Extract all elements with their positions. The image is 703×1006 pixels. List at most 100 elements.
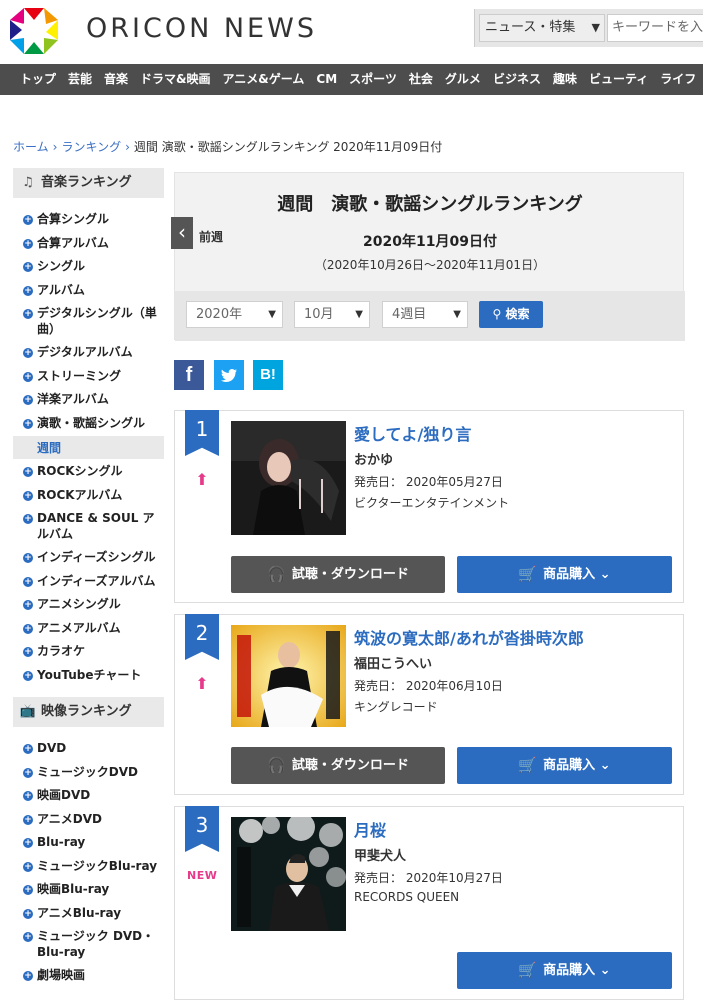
artist-name[interactable]: 甲斐犬人 [354,845,406,864]
buy-button[interactable]: 🛒 商品購入 ⌄ [457,747,672,784]
sidebar-item-western-album[interactable]: + 洋楽アルバム [13,388,164,412]
sidebar-item-label: アニメアルバム [37,620,121,635]
plus-icon: + [23,767,33,778]
album-jacket[interactable] [231,817,346,931]
sidebar-item-label: アニメBlu-ray [37,905,122,920]
nav-item-business[interactable]: ビジネス [487,64,547,95]
sidebar-item-indies-album[interactable]: + インディーズアルバム [13,570,164,594]
song-title-link[interactable]: 愛してよ/独り言 [354,421,471,445]
year-select[interactable]: 2020年 ▼ [186,301,283,328]
ranking-date: 2020年11月09日付 [363,234,497,250]
sidebar-item-single[interactable]: + シングル [13,255,164,279]
buy-button[interactable]: 🛒 商品購入 ⌄ [457,952,672,989]
sidebar-item-anime-album[interactable]: + アニメアルバム [13,617,164,641]
plus-icon: + [23,514,33,524]
buy-button-label: 商品購入 [543,758,596,773]
buy-button[interactable]: 🛒 商品購入 ⌄ [457,556,672,593]
chevron-down-icon: ⌄ [599,758,611,773]
sidebar-item-karaoke[interactable]: + カラオケ [13,640,164,664]
sidebar-item-rock-album[interactable]: + ROCKアルバム [13,484,164,508]
listen-download-label: 試聴・ダウンロード [291,758,409,773]
sidebar-item-indies-single[interactable]: + インディーズシングル [13,546,164,570]
plus-icon: + [23,467,33,477]
nav-item-hobby[interactable]: 趣味 [547,64,583,95]
nav-item-entertainment[interactable]: 芸能 [62,64,98,95]
twitter-bird-icon [221,369,237,382]
sidebar-item-bluray[interactable]: + Blu-ray [13,831,164,855]
nav-item-life[interactable]: ライフ [654,64,702,95]
facebook-share-button[interactable]: f [174,360,204,390]
twitter-share-button[interactable] [214,360,244,390]
record-label: キングレコード [354,700,438,714]
nav-item-drama-movie[interactable]: ドラマ&映画 [134,64,216,95]
plus-icon: + [23,838,33,848]
rank-badge: 3 [185,806,219,852]
sidebar-item-label: デジタルシングル（単曲） [37,306,157,336]
nav-item-gourmet[interactable]: グルメ [439,64,487,95]
sidebar-item-anime-single[interactable]: + アニメシングル [13,593,164,617]
artist-name[interactable]: おかゆ [354,449,393,468]
search-button-label: 検索 [505,307,530,321]
chevron-right-icon: › [52,140,58,154]
release-date: 発売日： 2020年06月10日 [354,677,503,694]
song-title-link[interactable]: 月桜 [354,817,386,841]
nav-item-anime-game[interactable]: アニメ&ゲーム [217,64,311,95]
plus-icon: + [23,885,33,895]
buy-button-label: 商品購入 [543,963,596,978]
caret-down-icon: ▼ [453,309,461,320]
sidebar-item-digital-album[interactable]: + デジタルアルバム [13,341,164,365]
nav-item-cm[interactable]: CM [310,64,343,95]
breadcrumb-ranking[interactable]: ランキング [61,140,121,154]
sidebar-item-dvd[interactable]: + DVD [13,737,164,761]
sidebar-item-music-dvd[interactable]: + ミュージックDVD [13,761,164,785]
sidebar-item-anime-dvd[interactable]: + アニメDVD [13,808,164,832]
sidebar-item-enka-single[interactable]: + 演歌・歌謡シングル [13,412,164,436]
plus-icon: + [23,215,33,225]
rank-badge: 2 [185,614,219,660]
sidebar-item-weekly[interactable]: 週間 [13,436,164,459]
sidebar-item-music-bluray[interactable]: + ミュージックBlu-ray [13,855,164,879]
sidebar-item-combined-album[interactable]: + 合算アルバム [13,232,164,256]
search-category-select[interactable]: ニュース・特集 ▼ [479,14,605,42]
sidebar-item-anime-bluray[interactable]: + アニメBlu-ray [13,902,164,926]
sidebar-item-label: カラオケ [37,644,86,658]
nav-item-society[interactable]: 社会 [403,64,439,95]
album-jacket[interactable] [231,625,346,727]
sidebar-item-label: アニメシングル [37,597,121,611]
nav-item-music[interactable]: 音楽 [98,64,134,95]
nav-item-top[interactable]: トップ [0,64,62,95]
sidebar-item-label: ミュージックDVD [37,764,138,779]
hatena-bookmark-button[interactable]: B! [253,360,283,390]
sidebar-item-youtube-chart[interactable]: + YouTubeチャート [13,664,164,688]
sidebar-item-movie-bluray[interactable]: + 映画Blu-ray [13,878,164,902]
plus-icon: + [23,670,33,681]
artist-name[interactable]: 福田こうへい [354,653,432,672]
sidebar-item-label: インディーズシングル [37,550,156,564]
week-select[interactable]: 4週目 ▼ [382,301,468,328]
listen-download-button[interactable]: 🎧 試聴・ダウンロード [231,556,445,593]
sidebar-item-rock-single[interactable]: + ROCKシングル [13,460,164,484]
album-jacket[interactable] [231,421,346,535]
search-button[interactable]: ⚲ 検索 [479,301,543,328]
search-input[interactable]: キーワードを入 [607,14,703,42]
oricon-logo-icon[interactable] [10,8,58,54]
breadcrumb-home[interactable]: ホーム [13,140,49,154]
sidebar-item-combined-single[interactable]: + 合算シングル [13,208,164,232]
record-label: RECORDS QUEEN [354,890,460,904]
sidebar-item-movie-dvd[interactable]: + 映画DVD [13,784,164,808]
sidebar-item-digital-single[interactable]: + デジタルシングル（単曲） [13,302,164,341]
breadcrumb: ホーム › ランキング › 週間 演歌・歌謡シングルランキング 2020年11月09日付 [13,138,442,155]
song-title-link[interactable]: 筑波の寛太郎/あれが沓掛時次郎 [354,625,584,649]
listen-download-button[interactable]: 🎧 試聴・ダウンロード [231,747,445,784]
sidebar-item-music-dvd-bluray[interactable]: + ミュージック DVD・Blu-ray [13,925,164,964]
cart-icon: 🛒 [518,565,538,583]
sidebar-item-theater-movie[interactable]: + 劇場映画 [13,964,164,988]
logo-text[interactable]: ORICON NEWS [86,13,317,44]
sidebar-item-dance-soul-album[interactable]: + DANCE & SOUL アルバム [13,507,164,546]
sidebar-item-streaming[interactable]: + ストリーミング [13,365,164,389]
nav-item-sports[interactable]: スポーツ [343,64,403,95]
month-select[interactable]: 10月 ▼ [294,301,370,328]
sidebar-item-album[interactable]: + アルバム [13,279,164,303]
week-select-value: 4週目 [392,307,427,322]
nav-item-beauty[interactable]: ビューティ [583,64,654,95]
